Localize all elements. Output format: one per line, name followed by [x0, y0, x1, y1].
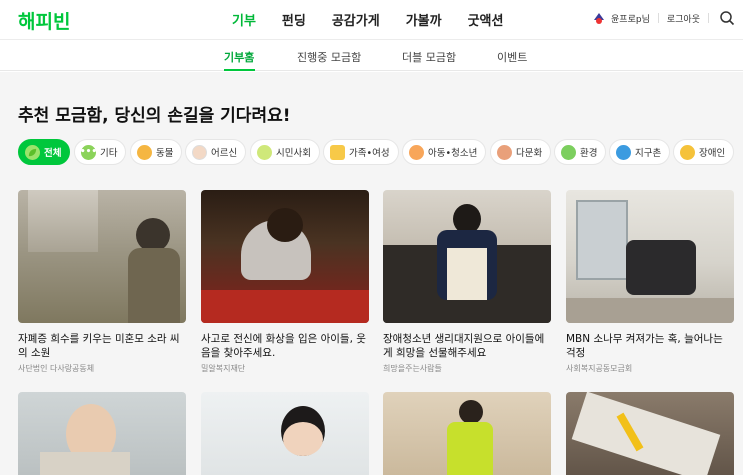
card-photo[interactable] [566, 392, 734, 475]
chip-global[interactable]: 지구촌 [609, 139, 671, 165]
tab-double[interactable]: 더블 모금함 [402, 49, 456, 65]
fundraiser-card[interactable]: 장애청소년 생리대지원으로 아이들에게 희망을 선물해주세요 희망을주는사람들 [383, 190, 551, 374]
chip-multicultural[interactable]: 다문화 [490, 139, 552, 165]
card-org: 사회복지공동모금회 [566, 364, 633, 373]
sub-nav: 기부홈 진행중 모금함 더블 모금함 이벤트 [0, 41, 743, 71]
chip-environment[interactable]: 환경 [554, 139, 607, 165]
chip-elder[interactable]: 어르신 [185, 139, 247, 165]
chip-family[interactable]: 가족•여성 [323, 139, 399, 165]
chip-child[interactable]: 아동•청소년 [402, 139, 487, 165]
main-nav: 기부 펀딩 공감가게 가볼까 굿액션 [232, 10, 529, 29]
cat-icon [137, 144, 152, 160]
divider [708, 13, 709, 23]
fundraiser-card[interactable] [383, 392, 551, 475]
leaf-icon [25, 144, 40, 160]
pencil-icon [257, 144, 272, 160]
tab-event[interactable]: 이벤트 [497, 49, 527, 65]
card-photo[interactable] [18, 392, 186, 475]
user-area: 윤프로p님 로그아웃 [592, 10, 735, 26]
card-photo[interactable] [201, 392, 369, 475]
fundraiser-card[interactable] [18, 392, 186, 475]
fundraiser-card[interactable]: 사고로 전신에 화상을 입은 아이들, 웃음을 찾아주세요. 밀알복지재단 [201, 190, 369, 374]
active-tab-underline [224, 69, 255, 71]
card-title[interactable]: 장애청소년 생리대지원으로 아이들에게 희망을 선물해주세요 [383, 332, 551, 360]
card-org: 밀알복지재단 [201, 364, 246, 373]
fundraiser-card[interactable] [201, 392, 369, 475]
user-name[interactable]: 윤프로p님 [611, 12, 650, 25]
chip-all[interactable]: 전체 [18, 139, 71, 165]
card-photo[interactable] [383, 190, 551, 323]
card-org: 사단법인 다사랑공동체 [18, 364, 95, 373]
chip-animal[interactable]: 동물 [130, 139, 183, 165]
fundraiser-card[interactable]: MBN 소나무 켜져가는 혹, 늘어나는 걱정 사회복지공동모금회 [566, 190, 734, 374]
nav-donate[interactable]: 기부 [232, 10, 256, 29]
logout-link[interactable]: 로그아웃 [667, 12, 700, 25]
fundraiser-card[interactable]: 자폐증 희수를 키우는 미혼모 소라 씨의 소원 사단법인 다사랑공동체 [18, 190, 186, 374]
fundraiser-card[interactable] [566, 392, 734, 475]
card-title[interactable]: 자폐증 희수를 키우는 미혼모 소라 씨의 소원 [18, 332, 186, 360]
chip-disabled[interactable]: 장애인 [673, 139, 735, 165]
nav-visit[interactable]: 가볼까 [406, 10, 442, 29]
top-bar: 해피빈 기부 펀딩 공감가게 가볼까 굿액션 윤프로p님 로그아웃 [0, 0, 743, 40]
chip-etc[interactable]: ••• 기타 [74, 139, 127, 165]
card-org: 희망을주는사람들 [383, 364, 442, 373]
divider [657, 13, 659, 23]
elder-icon [192, 144, 207, 160]
card-title[interactable]: MBN 소나무 켜져가는 혹, 늘어나는 걱정 [566, 332, 734, 360]
tab-ongoing[interactable]: 진행중 모금함 [297, 49, 361, 65]
globe-icon [616, 144, 631, 160]
wheelchair-icon [680, 144, 695, 160]
search-icon[interactable] [719, 10, 735, 26]
handshake-icon [497, 144, 512, 160]
card-title[interactable]: 사고로 전신에 화상을 입은 아이들, 웃음을 찾아주세요. [201, 332, 369, 360]
section-headline: 추천 모금함, 당신의 손길을 기다려요! [18, 106, 291, 126]
sprout-icon [561, 144, 576, 160]
card-photo[interactable] [18, 190, 186, 323]
nav-good-action[interactable]: 굿액션 [468, 10, 504, 29]
nav-shop[interactable]: 공감가게 [332, 10, 380, 29]
dots-icon: ••• [80, 144, 97, 160]
chip-civil[interactable]: 시민사회 [250, 139, 320, 165]
avatar-icon[interactable] [592, 11, 606, 25]
nav-funding[interactable]: 펀딩 [282, 10, 306, 29]
card-photo[interactable] [201, 190, 369, 323]
logo[interactable]: 해피빈 [18, 7, 70, 34]
child-icon [409, 144, 424, 160]
house-icon [330, 144, 345, 160]
card-photo[interactable] [383, 392, 551, 475]
card-photo[interactable] [566, 190, 734, 323]
tab-donate-home[interactable]: 기부홈 [224, 49, 254, 65]
